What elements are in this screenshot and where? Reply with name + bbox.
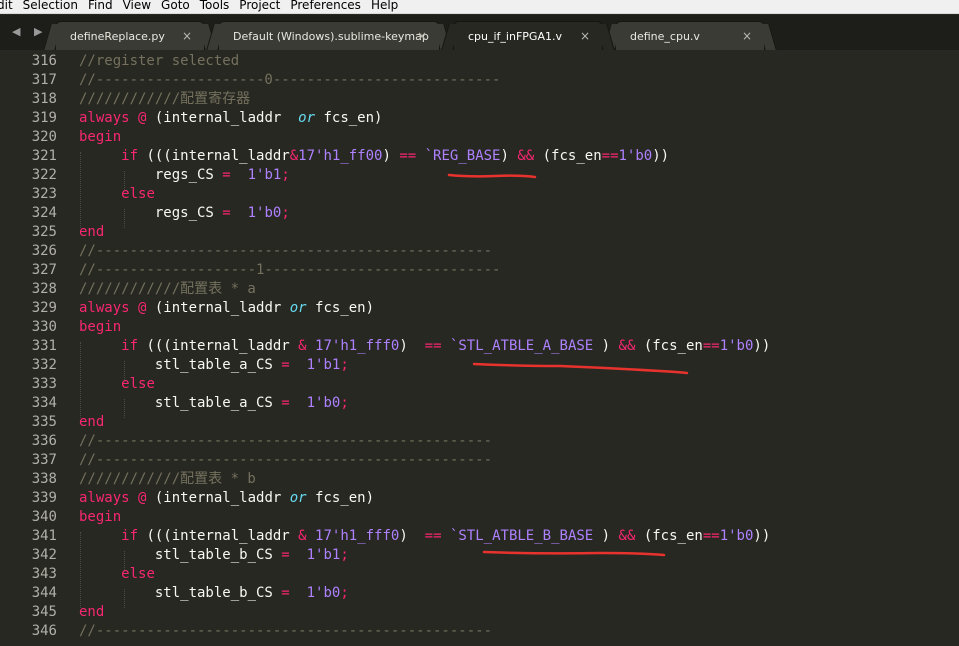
red-underline-reg-base (447, 173, 537, 179)
red-underline-annotations (447, 173, 689, 557)
red-underline-stl-b-base (482, 550, 666, 557)
red-underline-stl-a-base (472, 362, 689, 375)
